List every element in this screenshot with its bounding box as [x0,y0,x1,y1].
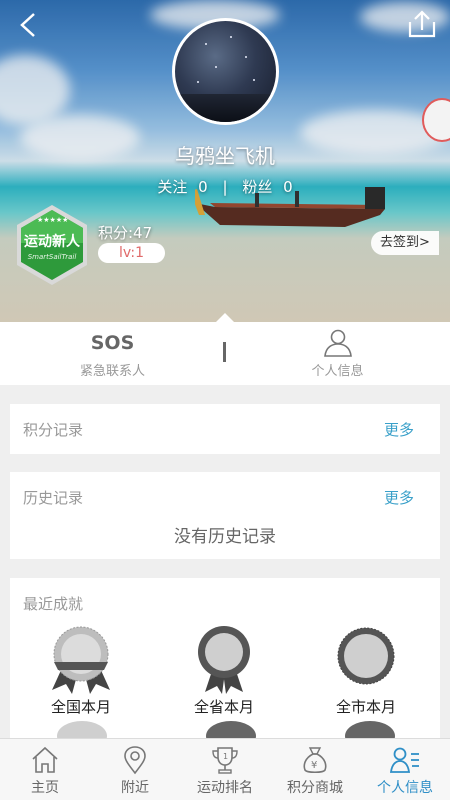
achievements-title: 最近成就 [23,595,84,613]
badge-subtitle: SmartSailTrail [27,253,77,261]
sos-subtitle: 紧急联系人 [79,364,145,379]
tab-nearby[interactable]: 附近 [90,739,180,800]
achievement-medal-partial [206,721,256,738]
follow-stats: 关注 0 | 粉丝 0 [0,176,450,197]
tab-personal-info[interactable]: 个人信息 [360,739,450,800]
share-icon [408,10,436,38]
tab-label: 运动排名 [197,780,253,796]
home-icon [32,746,58,773]
profile-list-icon [390,747,419,773]
history-record-more-link[interactable]: 更多 [384,487,414,508]
achievements-card: 最近成就 全国本月 全省本月 全市本月 [10,578,440,738]
tab-label: 积分商城 [287,780,343,796]
badge-title: 运动新人 [24,234,80,250]
tab-label: 附近 [121,780,149,796]
points-record-card: 积分记录 更多 [10,404,440,454]
history-record-card: 历史记录 更多 没有历史记录 [10,472,440,559]
fans-count[interactable]: 0 [283,178,293,196]
username: 乌鸦坐飞机 [175,144,275,168]
personal-info-label: 个人信息 [311,364,364,379]
svg-text:1: 1 [223,752,228,761]
following-count[interactable]: 0 [198,178,208,196]
stats-separator: | [222,178,228,196]
level-pill: lv:1 [98,243,165,263]
tab-sports-ranking[interactable]: 1 运动排名 [180,739,270,800]
header-pointer [216,313,234,322]
ribbon-medal-icon [198,626,250,694]
checkin-button[interactable]: 去签到> [371,231,439,255]
location-pin-icon [124,746,146,775]
fans-label[interactable]: 粉丝 [242,178,272,196]
money-bag-icon: ¥ [303,747,327,774]
svg-text:★★★★★: ★★★★★ [37,216,68,224]
trophy-icon: 1 [212,747,238,774]
level-badge[interactable]: ★★★★★ 运动新人 SmartSailTrail [13,203,91,287]
round-medal-icon [337,627,395,685]
share-button[interactable] [404,8,440,42]
bottom-tab-bar: 主页 附近 1 运动排名 ¥ 积分商城 个人信息 [0,738,450,800]
sos-title: SOS [90,332,135,354]
achievement-medal-partial [345,721,395,738]
achievement-national-month[interactable]: 全国本月 [36,624,126,717]
person-icon [324,329,352,357]
tab-home[interactable]: 主页 [0,739,90,800]
following-label[interactable]: 关注 [157,178,187,196]
avatar[interactable] [172,18,279,125]
achievement-medal-partial [57,721,107,738]
personal-info-button[interactable]: 个人信息 [225,322,450,385]
achievement-label: 全国本月 [50,698,111,716]
achievement-label: 全省本月 [193,698,254,716]
history-record-title: 历史记录 [23,489,84,507]
chevron-left-icon [20,13,35,37]
svg-text:¥: ¥ [311,760,317,771]
points-value: 积分:47 [98,224,153,242]
tab-label: 个人信息 [377,780,433,796]
achievement-label: 全市本月 [335,698,396,716]
tab-points-mall[interactable]: ¥ 积分商城 [270,739,360,800]
points-record-title: 积分记录 [23,421,84,439]
sos-emergency-contact-button[interactable]: SOS 紧急联系人 [0,322,225,385]
history-empty-text: 没有历史记录 [174,527,276,547]
achievement-city-month[interactable]: 全市本月 [321,624,411,717]
points-record-more-link[interactable]: 更多 [384,419,414,440]
back-button[interactable] [14,8,46,42]
tab-label: 主页 [31,780,59,796]
achievement-provincial-month[interactable]: 全省本月 [179,624,269,717]
ribbon-medal-icon [52,626,110,694]
quick-action-bar: SOS 紧急联系人 个人信息 [0,322,450,385]
